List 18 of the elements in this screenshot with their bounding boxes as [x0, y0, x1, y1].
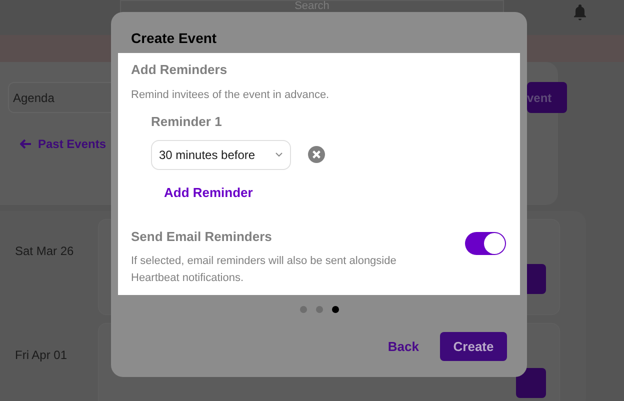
- add-reminder-link[interactable]: Add Reminder: [164, 182, 253, 202]
- email-toggle[interactable]: [465, 232, 506, 255]
- back-button[interactable]: Back: [388, 336, 419, 356]
- chevron-down-icon: [275, 152, 283, 157]
- email-reminders-title: Send Email Reminders: [131, 228, 273, 246]
- reminder-select[interactable]: 30 minutes before: [151, 140, 291, 170]
- reminder-label: Reminder 1: [151, 113, 223, 131]
- date-label: Fri Apr 01: [15, 347, 68, 364]
- past-events-link[interactable]: Past Events: [38, 135, 106, 153]
- create-event-button[interactable]: vent: [527, 82, 567, 113]
- section-title: Add Reminders: [131, 61, 228, 79]
- section-hint: Remind invitees of the event in advance.: [131, 88, 330, 102]
- remove-icon[interactable]: [308, 146, 325, 163]
- dialog-title: Create Event: [130, 29, 218, 48]
- date-label: Sat Mar 26: [15, 243, 75, 260]
- email-reminders-hint: If selected, email reminders will also be sent alongside Heartbeat notifications.: [131, 254, 398, 286]
- left-arrow-icon: [20, 139, 32, 149]
- create-button[interactable]: Create: [440, 332, 507, 361]
